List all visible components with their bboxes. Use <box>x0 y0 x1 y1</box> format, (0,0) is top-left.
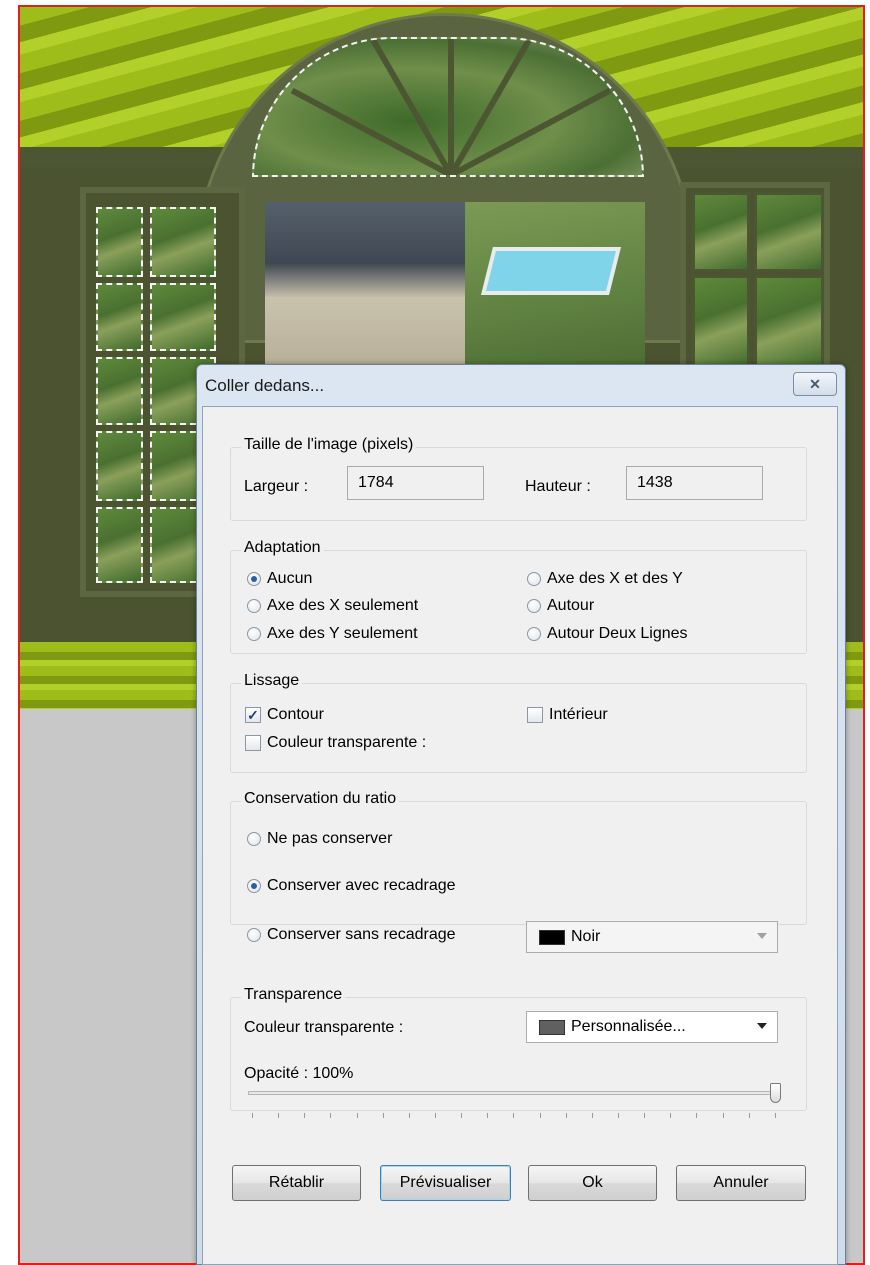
radio-axe-x[interactable]: Axe des X seulement <box>247 597 418 615</box>
left-pane <box>96 431 143 501</box>
image-size-legend: Taille de l'image (pixels) <box>241 436 417 454</box>
opacity-label: Opacité : 100% <box>244 1065 354 1082</box>
left-pane <box>96 207 143 277</box>
close-icon: ✕ <box>809 376 821 392</box>
radio-dot[interactable] <box>247 879 261 893</box>
lissage-legend: Lissage <box>241 672 303 690</box>
reset-button[interactable]: Rétablir <box>232 1165 361 1201</box>
width-label: Largeur : <box>244 478 309 495</box>
radio-autour[interactable]: Autour <box>527 597 594 615</box>
radio-conserver-sans-recadrage[interactable]: Conserver sans recadrage <box>247 926 456 944</box>
left-pane <box>96 283 143 351</box>
close-button[interactable]: ✕ <box>793 372 837 396</box>
color-swatch <box>539 929 565 945</box>
adaptation-legend: Adaptation <box>241 539 324 557</box>
checkbox-couleur-transparente[interactable]: Couleur transparente : <box>245 734 426 752</box>
left-pane <box>150 283 216 351</box>
right-pane <box>754 275 824 370</box>
slider-thumb[interactable] <box>770 1083 781 1103</box>
radio-dot[interactable] <box>247 832 261 846</box>
radio-dot[interactable] <box>527 599 541 613</box>
left-pane <box>96 507 143 583</box>
radio-axe-y[interactable]: Axe des Y seulement <box>247 625 418 643</box>
transparence-legend: Transparence <box>241 986 346 1004</box>
fill-color-value: Noir <box>571 928 601 945</box>
radio-conserver-avec-recadrage[interactable]: Conserver avec recadrage <box>247 877 456 895</box>
cancel-button[interactable]: Annuler <box>676 1165 806 1201</box>
checkbox-contour[interactable]: ✓ Contour <box>245 706 324 724</box>
ok-button[interactable]: Ok <box>528 1165 657 1201</box>
chateau-photo <box>265 202 645 377</box>
radio-dot[interactable] <box>247 627 261 641</box>
right-pane <box>692 275 750 370</box>
transparent-color-value: Personnalisée... <box>571 1018 686 1035</box>
width-field[interactable]: 1784 <box>347 466 484 500</box>
dialog-title: Coller dedans... <box>205 376 325 395</box>
ratio-group: Conservation du ratio <box>230 790 807 925</box>
dialog-titlebar[interactable]: Coller dedans... ✕ <box>197 365 845 407</box>
chevron-down-icon <box>757 1023 767 1029</box>
radio-autour-deux-lignes[interactable]: Autour Deux Lignes <box>527 625 688 643</box>
chevron-down-icon <box>757 933 767 939</box>
radio-dot[interactable] <box>527 627 541 641</box>
radio-dot[interactable] <box>247 928 261 942</box>
check-icon[interactable]: ✓ <box>245 707 261 723</box>
radio-axe-xy[interactable]: Axe des X et des Y <box>527 570 683 588</box>
pool <box>481 247 621 295</box>
preview-button[interactable]: Prévisualiser <box>380 1165 511 1201</box>
radio-dot[interactable] <box>247 572 261 586</box>
right-pane <box>692 192 750 272</box>
right-pane <box>754 192 824 272</box>
radio-ne-pas-conserver[interactable]: Ne pas conserver <box>247 830 392 848</box>
slider-ticks <box>252 1113 776 1119</box>
radio-aucun[interactable]: Aucun <box>247 570 312 588</box>
left-pane <box>150 207 216 277</box>
slider-track[interactable] <box>248 1091 776 1095</box>
height-field[interactable]: 1438 <box>626 466 763 500</box>
checkbox-interieur[interactable]: Intérieur <box>527 706 608 724</box>
ratio-legend: Conservation du ratio <box>241 790 400 808</box>
radio-dot[interactable] <box>527 572 541 586</box>
height-label: Hauteur : <box>525 478 591 495</box>
color-swatch <box>539 1019 565 1035</box>
radio-dot[interactable] <box>247 599 261 613</box>
transparent-color-dropdown[interactable]: Personnalisée... <box>526 1011 778 1043</box>
lissage-group: Lissage <box>230 672 807 773</box>
left-pane <box>96 357 143 425</box>
transparent-color-label: Couleur transparente : <box>244 1019 404 1036</box>
fill-color-dropdown[interactable]: Noir <box>526 921 778 953</box>
